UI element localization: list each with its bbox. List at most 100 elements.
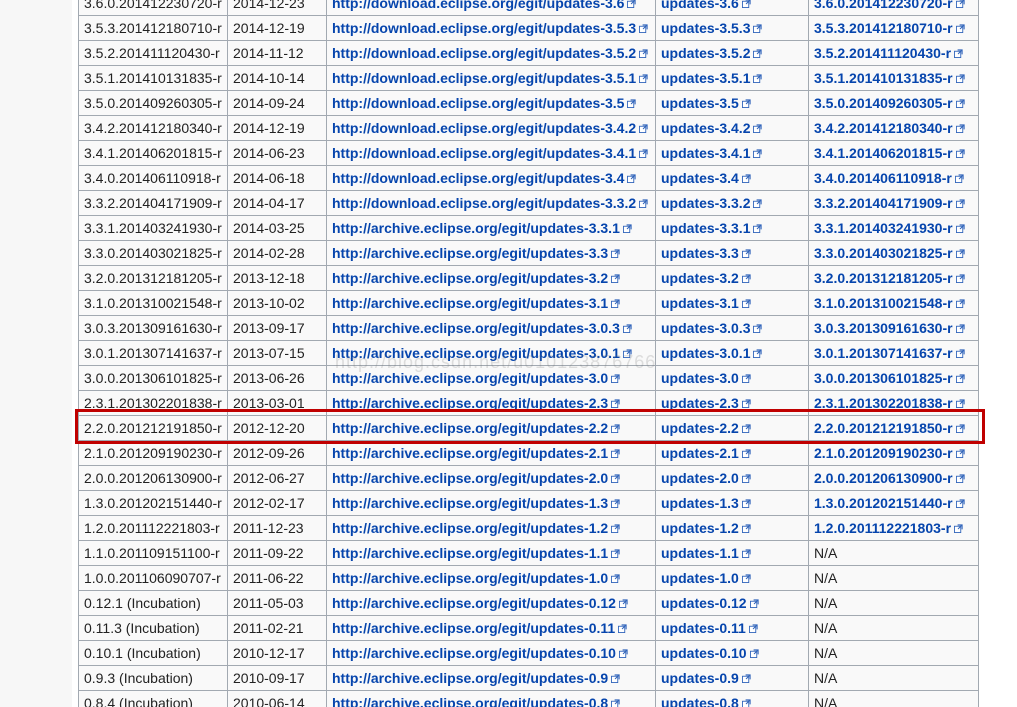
archive-link[interactable]: updates-3.1 — [655, 290, 809, 316]
update-site-link[interactable]: http://archive.eclipse.org/egit/updates-… — [326, 265, 656, 291]
tag-link[interactable]: 3.2.0.201312181205-r — [808, 265, 979, 291]
update-site-link[interactable]: http://download.eclipse.org/egit/updates… — [326, 65, 656, 91]
version-cell: 3.1.0.201310021548-r — [78, 290, 228, 316]
archive-link[interactable]: updates-1.0 — [655, 565, 809, 591]
update-site-link[interactable]: http://download.eclipse.org/egit/updates… — [326, 140, 656, 166]
archive-link[interactable]: updates-3.3 — [655, 240, 809, 266]
tag-link[interactable]: 3.5.2.201411120430-r — [808, 40, 979, 66]
tag-link[interactable]: 3.3.2.201404171909-r — [808, 190, 979, 216]
update-site-link[interactable]: http://archive.eclipse.org/egit/updates-… — [326, 340, 656, 366]
tag-link[interactable]: 2.1.0.201209190230-r — [808, 440, 979, 466]
tag-link[interactable]: 3.3.0.201403021825-r — [808, 240, 979, 266]
archive-link[interactable]: updates-0.12 — [655, 590, 809, 616]
update-site-link[interactable]: http://archive.eclipse.org/egit/updates-… — [326, 240, 656, 266]
archive-link[interactable]: updates-2.3 — [655, 390, 809, 416]
date-cell: 2012-12-20 — [227, 415, 327, 441]
version-cell: 3.0.0.201306101825-r — [78, 365, 228, 391]
archive-link[interactable]: updates-1.2 — [655, 515, 809, 541]
archive-link[interactable]: updates-0.11 — [655, 615, 809, 641]
date-cell: 2013-06-26 — [227, 365, 327, 391]
table-row: 3.4.2.201412180340-r 2014-12-19 http://d… — [78, 115, 979, 141]
archive-link[interactable]: updates-1.1 — [655, 540, 809, 566]
update-site-link[interactable]: http://archive.eclipse.org/egit/updates-… — [326, 215, 656, 241]
archive-link[interactable]: updates-3.5.3 — [655, 15, 809, 41]
archive-link[interactable]: updates-3.4.2 — [655, 115, 809, 141]
tag-link[interactable]: 3.1.0.201310021548-r — [808, 290, 979, 316]
tag-link[interactable]: 3.5.1.201410131835-r — [808, 65, 979, 91]
external-link-icon — [611, 399, 620, 408]
archive-link[interactable]: updates-2.0 — [655, 465, 809, 491]
update-site-link[interactable]: http://archive.eclipse.org/egit/updates-… — [326, 590, 656, 616]
archive-link[interactable]: updates-3.5 — [655, 90, 809, 116]
update-site-link[interactable]: http://download.eclipse.org/egit/updates… — [326, 40, 656, 66]
external-link-icon — [741, 424, 751, 433]
archive-link[interactable]: updates-3.6 — [655, 0, 809, 16]
update-site-link[interactable]: http://archive.eclipse.org/egit/updates-… — [326, 690, 656, 707]
tag-link[interactable]: 3.0.3.201309161630-r — [808, 315, 979, 341]
update-site-link[interactable]: http://download.eclipse.org/egit/updates… — [326, 15, 656, 41]
archive-link[interactable]: updates-0.8 — [655, 690, 809, 707]
archive-link[interactable]: updates-0.9 — [655, 665, 809, 691]
date-cell: 2014-11-12 — [227, 40, 327, 66]
archive-link[interactable]: updates-3.0 — [655, 365, 809, 391]
update-site-link[interactable]: http://archive.eclipse.org/egit/updates-… — [326, 515, 656, 541]
archive-link[interactable]: updates-3.0.3 — [655, 315, 809, 341]
tag-link[interactable]: 3.4.0.201406110918-r — [808, 165, 979, 191]
tag-link[interactable]: 3.4.1.201406201815-r — [808, 140, 979, 166]
update-site-link[interactable]: http://archive.eclipse.org/egit/updates-… — [326, 290, 656, 316]
archive-link[interactable]: updates-2.2 — [655, 415, 809, 441]
tag-link[interactable]: 3.0.0.201306101825-r — [808, 365, 979, 391]
archive-link[interactable]: updates-3.3.1 — [655, 215, 809, 241]
archive-link[interactable]: updates-1.3 — [655, 490, 809, 516]
external-link-icon — [618, 624, 627, 633]
archive-link[interactable]: updates-3.5.1 — [655, 65, 809, 91]
tag-link[interactable]: 3.5.3.201412180710-r — [808, 15, 979, 41]
archive-link[interactable]: updates-2.1 — [655, 440, 809, 466]
update-site-link[interactable]: http://download.eclipse.org/egit/updates… — [326, 90, 656, 116]
external-link-icon — [611, 549, 620, 558]
date-cell: 2014-06-18 — [227, 165, 327, 191]
tag-link[interactable]: 2.0.0.201206130900-r — [808, 465, 979, 491]
update-site-link[interactable]: http://archive.eclipse.org/egit/updates-… — [326, 365, 656, 391]
external-link-icon — [955, 99, 965, 108]
external-link-icon — [611, 424, 620, 433]
tag-link[interactable]: 2.3.1.201302201838-r — [808, 390, 979, 416]
tag-link[interactable]: 1.2.0.201112221803-r — [808, 515, 979, 541]
tag-link[interactable]: 1.3.0.201202151440-r — [808, 490, 979, 516]
external-link-icon — [741, 174, 751, 183]
update-site-link[interactable]: http://archive.eclipse.org/egit/updates-… — [326, 640, 656, 666]
archive-link[interactable]: updates-3.3.2 — [655, 190, 809, 216]
date-cell: 2014-02-28 — [227, 240, 327, 266]
update-site-link[interactable]: http://archive.eclipse.org/egit/updates-… — [326, 665, 656, 691]
external-link-icon — [741, 699, 751, 707]
tag-link[interactable]: 3.3.1.201403241930-r — [808, 215, 979, 241]
update-site-link[interactable]: http://download.eclipse.org/egit/updates… — [326, 115, 656, 141]
archive-link[interactable]: updates-3.2 — [655, 265, 809, 291]
tag-link[interactable]: 3.6.0.201412230720-r — [808, 0, 979, 16]
update-site-link[interactable]: http://archive.eclipse.org/egit/updates-… — [326, 540, 656, 566]
tag-link[interactable]: 3.5.0.201409260305-r — [808, 90, 979, 116]
update-site-link[interactable]: http://download.eclipse.org/egit/updates… — [326, 0, 656, 16]
update-site-link[interactable]: http://archive.eclipse.org/egit/updates-… — [326, 565, 656, 591]
archive-link[interactable]: updates-3.0.1 — [655, 340, 809, 366]
date-cell: 2011-02-21 — [227, 615, 327, 641]
tag-link[interactable]: 2.2.0.201212191850-r — [808, 415, 979, 441]
update-site-link[interactable]: http://archive.eclipse.org/egit/updates-… — [326, 390, 656, 416]
external-link-icon — [955, 499, 965, 508]
update-site-link[interactable]: http://archive.eclipse.org/egit/updates-… — [326, 615, 656, 641]
update-site-link[interactable]: http://archive.eclipse.org/egit/updates-… — [326, 440, 656, 466]
tag-link[interactable]: 3.4.2.201412180340-r — [808, 115, 979, 141]
archive-link[interactable]: updates-0.10 — [655, 640, 809, 666]
update-site-link[interactable]: http://archive.eclipse.org/egit/updates-… — [326, 465, 656, 491]
external-link-icon — [955, 374, 965, 383]
update-site-link[interactable]: http://download.eclipse.org/egit/updates… — [326, 190, 656, 216]
update-site-link[interactable]: http://archive.eclipse.org/egit/updates-… — [326, 490, 656, 516]
update-site-link[interactable]: http://download.eclipse.org/egit/updates… — [326, 165, 656, 191]
archive-link[interactable]: updates-3.5.2 — [655, 40, 809, 66]
update-site-link[interactable]: http://archive.eclipse.org/egit/updates-… — [326, 315, 656, 341]
archive-link[interactable]: updates-3.4.1 — [655, 140, 809, 166]
update-site-link[interactable]: http://archive.eclipse.org/egit/updates-… — [326, 415, 656, 441]
archive-link[interactable]: updates-3.4 — [655, 165, 809, 191]
tag-link[interactable]: 3.0.1.201307141637-r — [808, 340, 979, 366]
date-cell: 2014-12-19 — [227, 15, 327, 41]
